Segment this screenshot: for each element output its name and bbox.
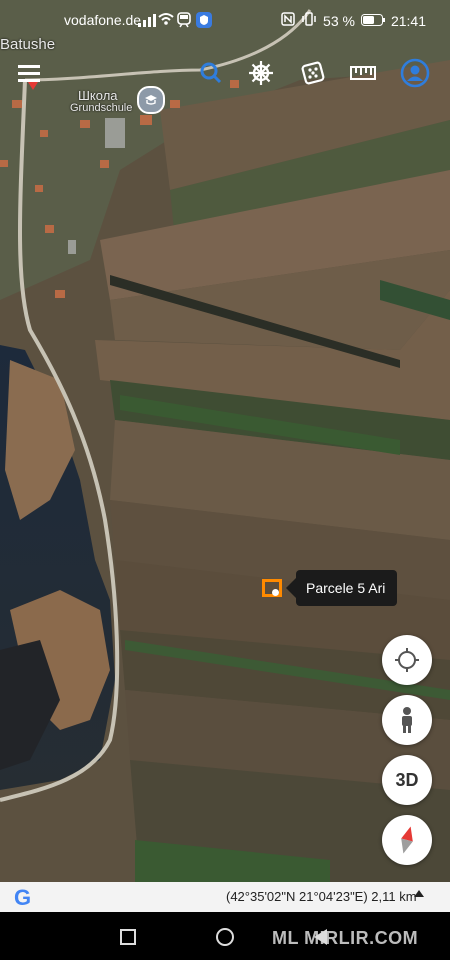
compass-button[interactable]	[382, 815, 432, 865]
status-bar: vodafone.de 53 % 21:41	[0, 0, 450, 42]
account-icon	[400, 58, 430, 88]
search-button[interactable]	[196, 58, 226, 88]
google-logo-icon: G	[14, 885, 32, 910]
search-icon	[200, 62, 222, 84]
menu-icon	[18, 65, 40, 82]
wifi-icon	[158, 12, 174, 29]
coordinates-readout: (42°35'02"N 21°04'23"E) 2,11 km	[226, 889, 417, 904]
street-view-button[interactable]	[382, 695, 432, 745]
my-location-button[interactable]	[382, 635, 432, 685]
carrier-name: vodafone.de	[64, 12, 142, 28]
village-label: Batushe	[0, 36, 56, 53]
placemark-dot	[272, 589, 279, 596]
expand-caret-icon[interactable]	[414, 890, 424, 897]
clock: 21:41	[390, 12, 426, 29]
school-label-german: Grundschule	[70, 102, 133, 114]
vibrate-icon	[301, 12, 317, 29]
school-poi-icon[interactable]	[137, 86, 165, 114]
watermark: ML MIRLIR.COM	[272, 928, 419, 948]
satellite-map[interactable]	[0, 0, 450, 882]
helm-icon	[249, 61, 273, 85]
compass-icon	[401, 826, 413, 854]
train-icon	[177, 12, 191, 31]
school-label-cyrillic: Школа	[78, 88, 118, 103]
measure-button[interactable]	[348, 58, 378, 88]
dice-icon	[301, 61, 325, 85]
nfc-icon	[281, 12, 295, 29]
view-3d-label: 3D	[395, 769, 419, 790]
toggle-3d-button[interactable]: 3D	[382, 755, 432, 805]
satellite-imagery	[0, 0, 450, 882]
ruler-icon	[350, 66, 376, 80]
pegman-icon	[402, 707, 412, 733]
location-pin-icon	[28, 82, 38, 90]
placemark-marker[interactable]	[262, 579, 282, 597]
home-button[interactable]	[216, 928, 234, 946]
voyager-button[interactable]	[246, 58, 276, 88]
account-button[interactable]	[400, 58, 430, 88]
feeling-lucky-button[interactable]	[298, 58, 328, 88]
info-bar: G (42°35'02"N 21°04'23"E) 2,11 km	[0, 882, 450, 912]
crosshair-icon	[395, 648, 419, 672]
battery-icon	[360, 13, 385, 29]
recents-button[interactable]	[120, 929, 136, 945]
vpn-shield-icon	[196, 12, 212, 31]
signal-icon	[138, 14, 156, 27]
placemark-label[interactable]: Parcele 5 Ari	[285, 570, 398, 606]
battery-percent: 53 %	[323, 12, 355, 29]
